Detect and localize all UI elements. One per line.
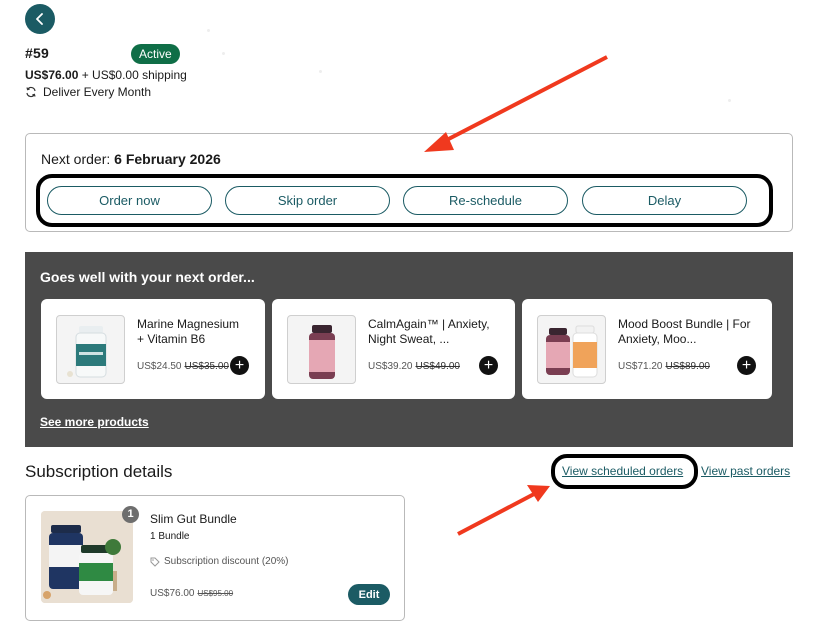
annotation-arrow-line <box>457 491 537 536</box>
decor-dot <box>207 29 210 32</box>
sale-price: US$71.20 <box>618 361 663 372</box>
next-order-label: Next order: <box>41 151 115 167</box>
product-name: Mood Boost Bundle | For Anxiety, Moo... <box>618 317 751 346</box>
sale-price: US$39.20 <box>368 361 413 372</box>
product-name: CalmAgain™ | Anxiety, Night Sweat, ... <box>368 317 490 346</box>
product-price: US$71.20 US$89.00 <box>618 361 710 372</box>
back-button[interactable] <box>25 4 55 34</box>
original-price: US$95.00 <box>197 589 234 598</box>
subscription-item-bundle: 1 Bundle <box>150 531 190 542</box>
order-now-button[interactable]: Order now <box>47 186 212 215</box>
decor-dot <box>728 99 731 102</box>
tag-icon <box>150 557 160 567</box>
add-product-button[interactable]: + <box>479 356 498 375</box>
original-price: US$89.00 <box>665 361 710 372</box>
annotation-arrowhead <box>527 485 550 502</box>
next-order-date: 6 February 2026 <box>114 151 221 167</box>
bottle-image <box>546 325 598 378</box>
discount-label: Subscription discount (20%) <box>164 556 289 567</box>
edit-button[interactable]: Edit <box>348 584 390 605</box>
see-more-products-link[interactable]: See more products <box>40 415 149 429</box>
redaction-mask <box>54 43 126 61</box>
product-name: Marine Magnesium + Vitamin B6 <box>137 317 240 346</box>
product-price: US$24.50 US$35.00 <box>137 361 229 372</box>
subscription-details-title: Subscription details <box>25 462 173 481</box>
skip-order-button[interactable]: Skip order <box>225 186 390 215</box>
sale-price: US$76.00 <box>150 588 195 599</box>
next-order-card: Next order: 6 February 2026 <box>25 133 793 232</box>
upsell-panel: Goes well with your next order... Marine… <box>25 252 793 447</box>
product-image <box>537 315 606 384</box>
decor-dot <box>319 70 322 73</box>
upsell-title: Goes well with your next order... <box>40 269 255 285</box>
subscription-price: US$76.00 <box>25 68 79 82</box>
delay-button[interactable]: Delay <box>582 186 747 215</box>
bottle-image <box>309 325 335 379</box>
price-line: US$76.00 + US$0.00 shipping <box>25 68 187 82</box>
frequency-label: Deliver Every Month <box>43 85 152 99</box>
decor-dot <box>222 52 225 55</box>
add-product-button[interactable]: + <box>737 356 756 375</box>
subscription-discount: Subscription discount (20%) <box>150 556 289 567</box>
quantity-badge: 1 <box>122 506 139 523</box>
product-image <box>56 315 125 384</box>
sync-icon <box>26 86 36 98</box>
subscription-item-name: Slim Gut Bundle <box>150 512 237 526</box>
chevron-left-icon <box>36 13 43 25</box>
sale-price: US$24.50 <box>137 361 182 372</box>
subscription-item-price: US$76.00 US$95.00 <box>150 588 233 599</box>
delivery-frequency: Deliver Every Month <box>25 85 151 99</box>
product-card[interactable]: Marine Magnesium + Vitamin B6 US$24.50 US… <box>41 299 265 399</box>
product-card[interactable]: CalmAgain™ | Anxiety, Night Sweat, ... U… <box>272 299 515 399</box>
product-card[interactable]: Mood Boost Bundle | For Anxiety, Moo... … <box>522 299 772 399</box>
view-past-orders-link[interactable]: View past orders <box>701 464 790 478</box>
add-product-button[interactable]: + <box>230 356 249 375</box>
bottle-image <box>67 326 107 378</box>
product-image <box>287 315 356 384</box>
annotation-arrow-line <box>436 55 608 147</box>
subscription-item-image <box>41 511 133 603</box>
original-price: US$35.00 <box>184 361 229 372</box>
order-id: #59 <box>25 45 49 61</box>
shipping-cost: + US$0.00 shipping <box>78 68 187 82</box>
status-badge: Active <box>131 44 180 64</box>
bundle-image <box>41 511 133 603</box>
original-price: US$49.00 <box>415 361 460 372</box>
subscription-item-card: 1 Slim Gut Bundle 1 Bundle Subscription … <box>25 495 405 621</box>
product-price: US$39.20 US$49.00 <box>368 361 460 372</box>
next-order-title: Next order: 6 February 2026 <box>41 151 221 167</box>
reschedule-button[interactable]: Re-schedule <box>403 186 568 215</box>
view-scheduled-orders-link[interactable]: View scheduled orders <box>562 464 683 478</box>
